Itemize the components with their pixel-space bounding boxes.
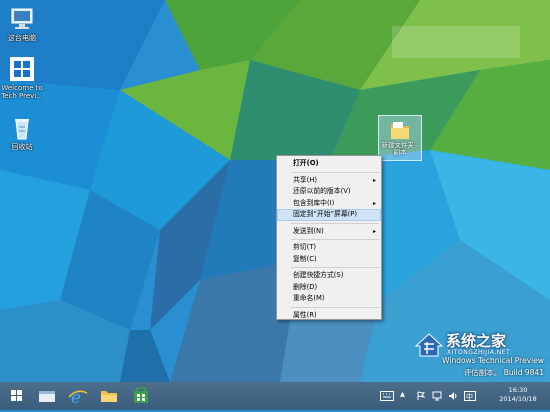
- language-icon[interactable]: 中: [464, 391, 476, 401]
- desktop-icon-label: Welcome to Tech Previ...: [1, 84, 43, 100]
- file-explorer-button[interactable]: [32, 384, 62, 408]
- menu-separator: [291, 239, 379, 240]
- context-menu-item[interactable]: 还原以前的版本(V): [277, 186, 381, 198]
- desktop-icon-recycle-bin[interactable]: 回收站: [0, 115, 45, 151]
- desktop-icon-welcome[interactable]: Welcome to Tech Previ...: [0, 56, 45, 100]
- desktop-icon-label: 回收站: [11, 143, 33, 151]
- context-menu-item[interactable]: 打开(O): [277, 158, 381, 170]
- submenu-arrow-icon: ▸: [372, 199, 376, 207]
- network-icon[interactable]: [432, 391, 442, 401]
- menu-item-label: 打开(O): [293, 159, 319, 167]
- logo-url: XITONGZHIJIA.NET: [447, 349, 511, 356]
- store-icon: [134, 387, 148, 403]
- show-hidden-icons-icon[interactable]: ▲: [400, 390, 405, 398]
- computer-icon: [8, 6, 36, 32]
- clock-time: 16:30: [508, 386, 528, 394]
- desktop-icon-label: 这台电脑: [8, 34, 36, 42]
- internet-explorer-icon: e: [68, 388, 88, 408]
- folder-icon: [101, 391, 117, 402]
- submenu-arrow-icon: ▸: [372, 227, 376, 235]
- menu-item-label: 创建快捷方式(S): [293, 271, 344, 279]
- internet-explorer-button[interactable]: e: [62, 384, 92, 408]
- menu-item-label: 固定到“开始”屏幕(P): [293, 210, 358, 218]
- menu-item-label: 剪切(T): [293, 243, 317, 251]
- site-logo: 系统之家 XITONGZHIJIA.NET: [414, 330, 549, 360]
- menu-item-label: 还原以前的版本(V): [293, 187, 351, 195]
- folder-icon: [389, 119, 411, 141]
- menu-item-label: 复制(C): [293, 254, 317, 263]
- windows-logo-icon: [8, 56, 36, 82]
- clock-date: 2014/10/18: [499, 395, 537, 403]
- volume-icon[interactable]: [448, 391, 458, 401]
- folder-button[interactable]: [94, 384, 124, 408]
- menu-item-label: 重命名(M): [293, 294, 325, 302]
- context-menu-item[interactable]: 包含到库中(I) ▸: [277, 198, 381, 210]
- menu-separator: [291, 267, 379, 268]
- submenu-arrow-icon: ▸: [372, 176, 376, 184]
- context-menu-item[interactable]: 创建快捷方式(S): [277, 270, 381, 282]
- menu-item-label: 删除(D): [293, 282, 318, 291]
- recycle-bin-icon: [8, 115, 36, 141]
- context-menu-item[interactable]: 发送到(N) ▸: [277, 226, 381, 238]
- context-menu-item[interactable]: 剪切(T): [277, 242, 381, 254]
- context-menu-item[interactable]: 固定到“开始”屏幕(P): [277, 209, 381, 221]
- context-menu-item[interactable]: 删除(D): [277, 282, 381, 294]
- start-button[interactable]: [2, 384, 32, 408]
- windows-start-icon: [11, 390, 22, 401]
- menu-separator: [291, 171, 379, 173]
- menu-separator: [291, 306, 379, 308]
- menu-separator: [291, 222, 379, 224]
- menu-item-label: 发送到(N): [293, 226, 324, 235]
- system-tray: ▲ 中 16:30 2014/10/18: [380, 382, 550, 410]
- menu-item-label: 属性(R): [293, 310, 317, 319]
- menu-item-label: 共享(H): [293, 175, 318, 184]
- file-explorer-icon: [39, 391, 55, 402]
- context-menu-item[interactable]: 属性(R): [277, 310, 381, 322]
- context-menu: 打开(O) 共享(H) ▸ 还原以前的版本(V) 包含到库中(I) ▸ 固定到“开始”屏幕(…: [276, 155, 382, 320]
- house-logo-icon: [414, 333, 444, 357]
- taskbar: e ▲ 中 16:30 2014/10/18: [0, 382, 550, 410]
- menu-item-label: 包含到库中(I): [293, 198, 335, 207]
- light-overlay: [392, 26, 520, 58]
- logo-title: 系统之家: [446, 332, 507, 350]
- svg-text:中: 中: [466, 392, 473, 401]
- store-button[interactable]: [126, 384, 156, 408]
- folder-label: 新建文件夹 - 副本: [381, 141, 419, 156]
- context-menu-item[interactable]: 复制(C): [277, 254, 381, 266]
- action-center-flag-icon[interactable]: [416, 391, 426, 401]
- watermark-line2: 评估副本。 Build 9841: [463, 368, 544, 377]
- clock[interactable]: 16:30 2014/10/18: [492, 386, 544, 404]
- desktop-folder-selected[interactable]: 新建文件夹 - 副本: [378, 115, 422, 161]
- context-menu-item[interactable]: 重命名(M): [277, 293, 381, 305]
- desktop-icon-this-pc[interactable]: 这台电脑: [0, 6, 45, 42]
- context-menu-item[interactable]: 共享(H) ▸: [277, 175, 381, 187]
- keyboard-icon[interactable]: [380, 391, 394, 401]
